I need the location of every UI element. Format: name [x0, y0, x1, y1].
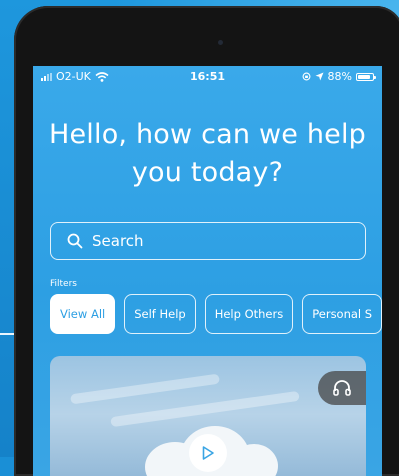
audio-button[interactable] [318, 371, 366, 405]
filter-chip-self-help[interactable]: Self Help [124, 294, 196, 334]
page-title: Hello, how can we help you today? [48, 119, 367, 188]
filter-chip-view-all[interactable]: View All [50, 294, 116, 334]
front-camera [218, 40, 223, 45]
play-button[interactable] [189, 434, 227, 472]
content-card[interactable] [50, 356, 366, 476]
cloud-wisp [70, 373, 220, 405]
battery-percent: 88% [327, 70, 352, 83]
filters-label: Filters [50, 279, 77, 289]
battery-icon [356, 72, 376, 81]
app-screen: O2-UK 16:51 88% Hello, how can we help y… [33, 66, 382, 476]
headphones-icon [333, 380, 351, 396]
status-right: 88% [302, 70, 376, 83]
filter-chip-personal[interactable]: Personal S [302, 294, 382, 334]
filter-chip-help-others[interactable]: Help Others [204, 294, 294, 334]
search-icon [67, 233, 83, 249]
cloud-shape [230, 444, 278, 476]
play-icon [202, 446, 214, 460]
search-input[interactable]: Search [50, 222, 366, 260]
lock-rotation-icon [302, 72, 310, 81]
cloud-wisp [110, 390, 300, 428]
filter-chips: View All Self Help Help Others Personal … [50, 294, 382, 334]
status-bar: O2-UK 16:51 88% [33, 66, 382, 88]
battery-fill [358, 74, 371, 79]
location-arrow-icon [315, 72, 324, 81]
search-placeholder: Search [92, 232, 144, 250]
